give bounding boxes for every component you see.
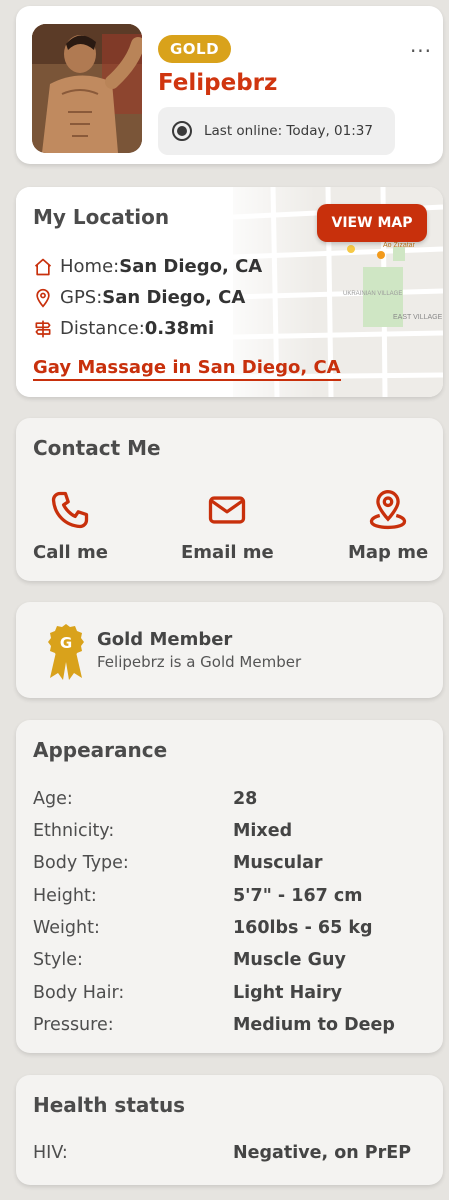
attribute-label: Style: [33,950,83,970]
appearance-title: Appearance [33,738,168,762]
map-me-button[interactable]: Map me [348,488,428,563]
attribute-label: Pressure: [33,1015,114,1035]
email-me-label: Email me [181,542,274,563]
profile-username: Felipebrz [158,70,278,96]
distance-value: 0.38mi [144,318,215,339]
health-status-card: Health status HIV: Negative, on PrEP [16,1075,443,1185]
map-me-label: Map me [348,542,429,563]
attribute-value: 5'7" - 167 cm [233,886,363,906]
call-me-label: Call me [33,542,108,563]
attribute-value: Light Hairy [233,983,343,1003]
gps-location-row: GPS: San Diego, CA [33,287,245,308]
appearance-card: Appearance Age: 28 Ethnicity: Mixed Body… [16,720,443,1053]
gold-member-title: Gold Member [97,629,233,650]
location-title: My Location [33,205,170,229]
attribute-label: HIV: [33,1143,68,1163]
map-pin-icon [369,490,407,530]
attribute-value: Medium to Deep [233,1015,395,1035]
health-title: Health status [33,1093,186,1117]
attribute-label: Weight: [33,918,100,938]
medal-letter: G [60,634,72,652]
email-me-button[interactable]: Email me [181,488,274,563]
attribute-label: Age: [33,789,73,809]
phone-icon [52,491,89,529]
gold-member-subtitle: Felipebrz is a Gold Member [97,653,302,671]
distance-label: Distance: [60,318,145,339]
location-pin-icon [36,288,50,308]
map-label-east-village: EAST VILLAGE [393,314,443,321]
profile-photo[interactable] [32,24,142,153]
online-status-icon [172,121,192,141]
attribute-value: 28 [233,789,258,809]
home-location-row: Home: San Diego, CA [33,256,262,277]
gps-label: GPS: [60,287,103,308]
attribute-value: 160lbs - 65 kg [233,918,373,938]
attribute-value: Negative, on PrEP [233,1143,412,1163]
map-label-poi: Ao Zizatar [383,242,416,249]
location-card: Ao Zizatar UKRAINIAN VILLAGE EAST VILLAG… [16,187,443,397]
profile-card: GOLD ... Felipebrz Last online: Today, 0… [16,6,443,164]
attribute-value: Muscular [233,853,323,873]
signpost-icon [35,320,51,337]
attribute-label: Ethnicity: [33,821,115,841]
city-massage-link[interactable]: Gay Massage in San Diego, CA [33,357,341,381]
last-online-status: Last online: Today, 01:37 [158,107,395,155]
view-map-button[interactable]: VIEW MAP [317,204,427,242]
home-label: Home: [60,256,120,277]
attribute-label: Body Type: [33,853,129,873]
distance-row: Distance: 0.38mi [33,318,214,339]
call-me-button[interactable]: Call me [33,488,108,563]
last-online-text: Last online: Today, 01:37 [204,123,373,139]
contact-card: Contact Me Call me Email me Map me [16,418,443,581]
home-value: San Diego, CA [119,256,263,277]
contact-title: Contact Me [33,436,161,460]
gold-medal-icon: G [48,624,84,680]
gold-badge: GOLD [158,35,231,63]
attribute-label: Body Hair: [33,983,125,1003]
map-label-neighborhood: UKRAINIAN VILLAGE [343,291,402,297]
envelope-icon [209,496,246,524]
attribute-label: Height: [33,886,97,906]
attribute-value: Muscle Guy [233,950,346,970]
gps-value: San Diego, CA [102,287,246,308]
gold-member-card: G Gold Member Felipebrz is a Gold Member [16,602,443,698]
home-icon [34,258,52,275]
attribute-value: Mixed [233,821,293,841]
more-options-icon[interactable]: ... [406,35,436,60]
